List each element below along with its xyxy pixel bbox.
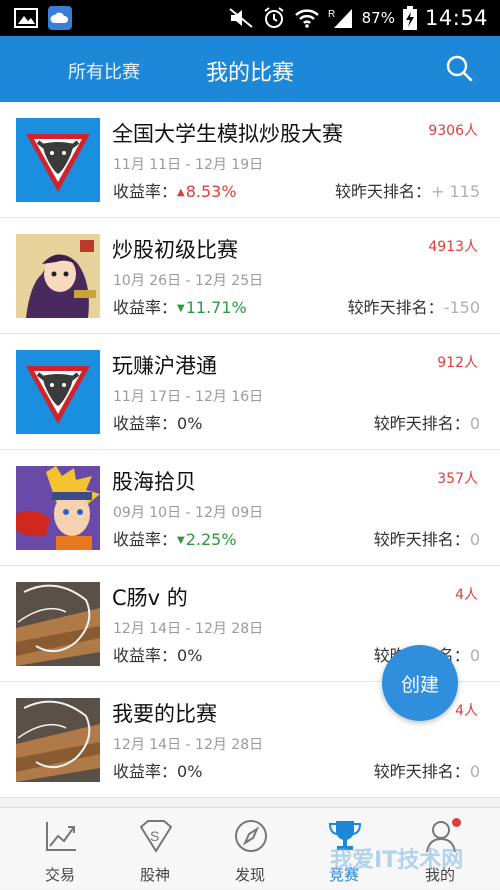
rank-change: 较昨天排名：0 bbox=[374, 410, 480, 434]
search-icon[interactable] bbox=[444, 53, 474, 83]
rank-change: 较昨天排名：0 bbox=[374, 758, 480, 782]
create-button-label: 创建 bbox=[400, 673, 439, 696]
rank-label: 较昨天排名： bbox=[347, 298, 444, 317]
participant-count: 4913人 bbox=[428, 239, 478, 255]
rank-label: 较昨天排名： bbox=[373, 414, 470, 433]
date-range: 09月 10日 - 12月 09日 bbox=[113, 505, 264, 521]
yield: 收益率：▼2.25% bbox=[113, 526, 237, 550]
yield-value: 2.25% bbox=[185, 530, 237, 549]
tab-all-competitions[interactable]: 所有比赛 bbox=[68, 58, 140, 84]
nav-item-discover[interactable]: 发现 bbox=[200, 808, 300, 890]
nav-label: 发现 bbox=[234, 866, 265, 884]
yield-label: 收益率： bbox=[113, 530, 178, 549]
battery-charging-icon bbox=[402, 6, 417, 30]
nav-item-stock-master[interactable]: S 股神 bbox=[105, 808, 205, 890]
date-range: 10月 26日 - 12月 25日 bbox=[113, 273, 264, 289]
up-arrow-icon: ▲ bbox=[177, 187, 185, 198]
rank-label: 较昨天排名： bbox=[373, 762, 470, 781]
wifi-icon bbox=[294, 9, 319, 28]
yield-label: 收益率： bbox=[113, 646, 178, 665]
bull-logo-thumbnail bbox=[16, 350, 100, 434]
bottom-nav: 交易 S 股神 发现 竞赛 我的 bbox=[0, 807, 500, 889]
yield-label: 收益率： bbox=[113, 182, 178, 201]
wood-photo-thumbnail bbox=[16, 698, 100, 782]
yield: 收益率：▼11.71% bbox=[113, 294, 247, 318]
list-item[interactable]: 全国大学生模拟炒股大赛 9306人 11月 11日 - 12月 19日 收益率：… bbox=[0, 102, 500, 218]
participant-count: 912人 bbox=[437, 355, 478, 371]
yield-label: 收益率： bbox=[113, 298, 178, 317]
participant-count: 357人 bbox=[437, 471, 478, 487]
rank-value: 0 bbox=[469, 762, 480, 781]
yield-value: 0% bbox=[177, 762, 203, 781]
down-arrow-icon: ▼ bbox=[177, 535, 185, 546]
superman-s-icon: S bbox=[139, 820, 173, 853]
competition-title: 炒股初级比赛 bbox=[112, 238, 238, 262]
trophy-icon bbox=[328, 821, 362, 850]
competition-title: 玩赚沪港通 bbox=[112, 354, 217, 378]
yield: 收益率：0% bbox=[113, 410, 202, 434]
compass-icon bbox=[235, 820, 267, 852]
create-button[interactable]: 创建 bbox=[382, 645, 458, 721]
nav-label: 交易 bbox=[44, 866, 75, 884]
list-item[interactable]: 股海拾贝 357人 09月 10日 - 12月 09日 收益率：▼2.25% 较… bbox=[0, 450, 500, 566]
nav-item-trade[interactable]: 交易 bbox=[10, 808, 110, 890]
anime-ninja-thumbnail bbox=[16, 466, 100, 550]
rank-value: 0 bbox=[469, 646, 480, 665]
app-header: 所有比赛 我的比赛 bbox=[0, 36, 500, 102]
competition-title: 全国大学生模拟炒股大赛 bbox=[112, 122, 343, 146]
svg-text:R: R bbox=[328, 9, 335, 20]
bull-logo-thumbnail bbox=[16, 118, 100, 202]
alarm-icon bbox=[264, 7, 284, 28]
down-arrow-icon: ▼ bbox=[177, 303, 185, 314]
rank-label: 较昨天排名： bbox=[334, 182, 431, 201]
yield-value: 11.71% bbox=[185, 298, 247, 317]
gallery-icon bbox=[14, 8, 38, 28]
clock: 14:54 bbox=[424, 6, 488, 30]
date-range: 12月 14日 - 12月 28日 bbox=[113, 737, 264, 753]
participant-count: 4人 bbox=[455, 703, 478, 719]
yield: 收益率：0% bbox=[113, 642, 202, 666]
yield-label: 收益率： bbox=[113, 762, 178, 781]
nav-label: 竞赛 bbox=[328, 866, 359, 884]
participant-count: 4人 bbox=[455, 587, 478, 603]
trade-chart-icon bbox=[46, 822, 76, 851]
nav-item-competition[interactable]: 竞赛 bbox=[294, 808, 394, 890]
mute-icon bbox=[228, 8, 253, 28]
signal-icon: R bbox=[328, 9, 352, 28]
rank-value: -150 bbox=[443, 298, 480, 317]
yield: 收益率：0% bbox=[113, 758, 202, 782]
rank-label: 较昨天排名： bbox=[373, 530, 470, 549]
participant-count: 9306人 bbox=[428, 123, 478, 139]
nav-item-me[interactable]: 我的 bbox=[390, 808, 490, 890]
competition-title: 我要的比赛 bbox=[112, 702, 217, 726]
rank-change: 较昨天排名：0 bbox=[374, 526, 480, 550]
cloud-app-icon bbox=[48, 6, 72, 30]
anime-warrior-thumbnail bbox=[16, 234, 100, 318]
yield-value: 8.53% bbox=[185, 182, 237, 201]
yield-label: 收益率： bbox=[113, 414, 178, 433]
nav-label: 我的 bbox=[424, 866, 455, 884]
nav-label: 股神 bbox=[139, 866, 170, 884]
date-range: 11月 17日 - 12月 16日 bbox=[113, 389, 264, 405]
competition-title: C肠v 的 bbox=[112, 586, 188, 610]
svg-text:S: S bbox=[150, 828, 159, 844]
rank-value: + 115 bbox=[430, 182, 480, 201]
list-item[interactable]: 玩赚沪港通 912人 11月 17日 - 12月 16日 收益率：0% 较昨天排… bbox=[0, 334, 500, 450]
notification-badge bbox=[452, 818, 461, 827]
wood-photo-thumbnail bbox=[16, 582, 100, 666]
yield: 收益率：▲8.53% bbox=[113, 178, 237, 202]
tab-my-competitions[interactable]: 我的比赛 bbox=[206, 61, 294, 86]
list-item[interactable]: 炒股初级比赛 4913人 10月 26日 - 12月 25日 收益率：▼11.7… bbox=[0, 218, 500, 334]
rank-change: 较昨天排名：+ 115 bbox=[335, 178, 480, 202]
date-range: 12月 14日 - 12月 28日 bbox=[113, 621, 264, 637]
battery-percent: 87% bbox=[361, 9, 395, 27]
status-bar: R 87% 14:54 bbox=[0, 0, 500, 36]
rank-change: 较昨天排名：-150 bbox=[348, 294, 480, 318]
yield-value: 0% bbox=[177, 414, 203, 433]
date-range: 11月 11日 - 12月 19日 bbox=[113, 157, 264, 173]
competition-title: 股海拾贝 bbox=[112, 470, 196, 494]
rank-value: 0 bbox=[469, 530, 480, 549]
rank-value: 0 bbox=[469, 414, 480, 433]
yield-value: 0% bbox=[177, 646, 203, 665]
